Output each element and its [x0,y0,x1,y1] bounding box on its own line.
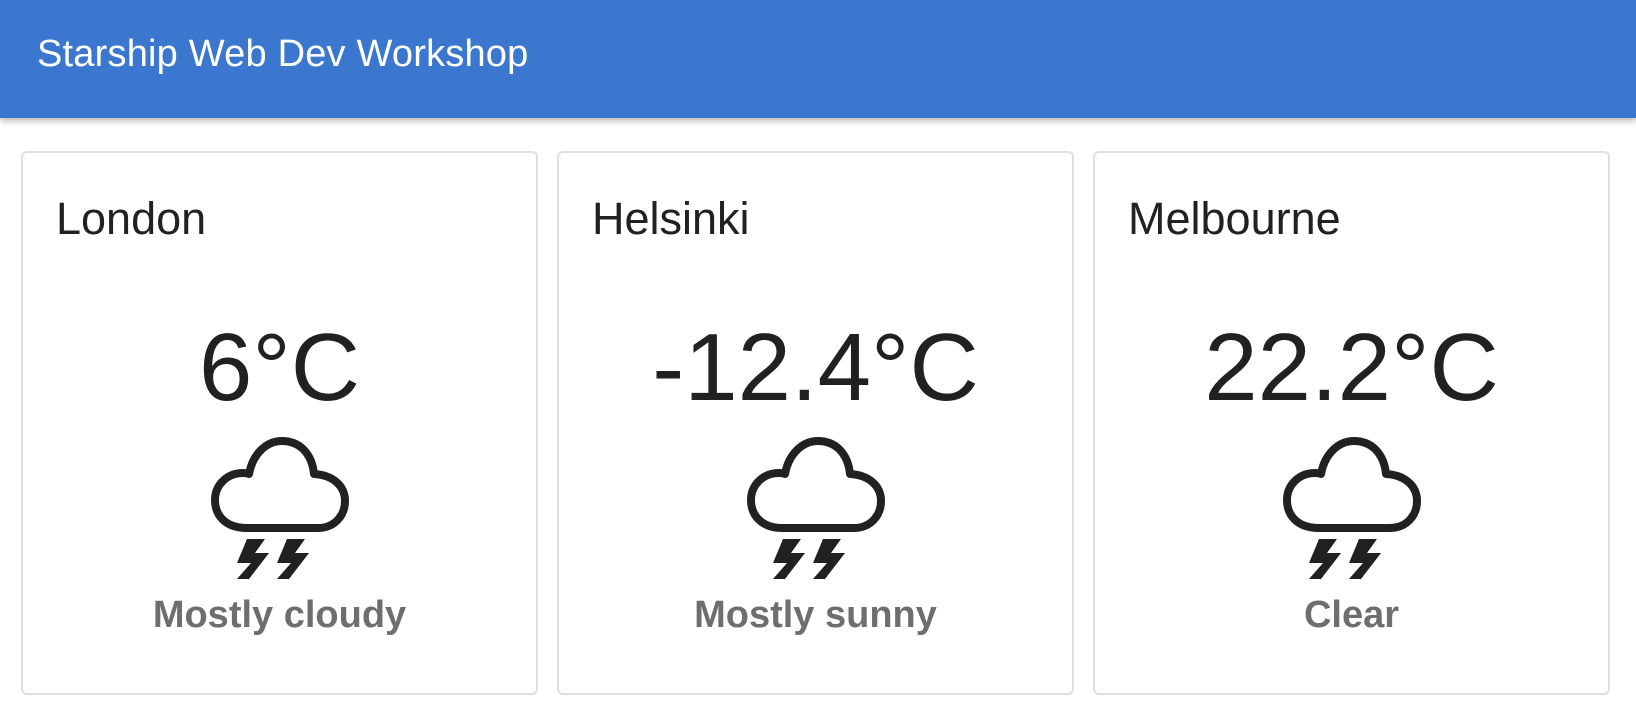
app-title: Starship Web Dev Workshop [37,33,529,75]
temperature: 22.2°C [1204,314,1499,421]
city-name: Melbourne [1128,193,1341,244]
weather-description: Mostly sunny [694,594,937,636]
weather-card-helsinki: Helsinki -12.4°C Mostly sunny [557,151,1074,695]
weather-cards: London 6°C Mostly cloudy Helsinki -12.4°… [21,151,1614,697]
temperature: -12.4°C [652,314,979,421]
city-name: London [56,193,207,244]
weather-description: Clear [1303,594,1400,636]
weather-description: Mostly cloudy [152,594,407,636]
temperature: 6°C [198,314,361,421]
weather-card-london: London 6°C Mostly cloudy [21,151,538,695]
app-bar: Starship Web Dev Workshop [0,0,1636,118]
cloud-thunderstorm-icon [1282,437,1421,583]
city-name: Helsinki [592,193,750,244]
cloud-thunderstorm-icon [746,437,885,583]
weather-card-melbourne: Melbourne 22.2°C Clear [1093,151,1610,695]
cloud-thunderstorm-icon [210,437,349,583]
